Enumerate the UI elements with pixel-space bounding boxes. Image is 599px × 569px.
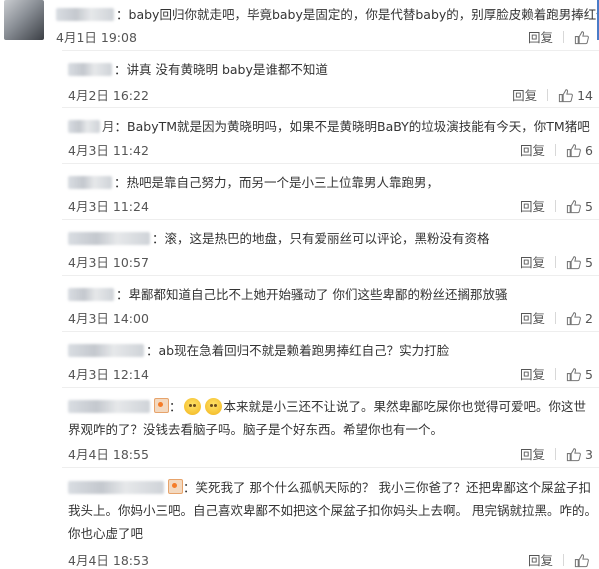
thumbs-up-icon — [566, 368, 581, 382]
comment-text: ab现在急着回归不就是赖着跑男捧红自己？实力打脸 — [158, 343, 450, 358]
divider — [62, 50, 599, 51]
like-count: 5 — [585, 255, 593, 270]
like-count: 2 — [585, 311, 593, 326]
like-button[interactable] — [574, 553, 593, 568]
comment-date: 4月3日 11:24 — [68, 199, 149, 214]
separator: ： — [169, 399, 182, 414]
separator — [555, 200, 557, 212]
reply-button[interactable]: 回复 — [520, 199, 545, 214]
like-button[interactable]: 2 — [566, 311, 593, 326]
separator — [555, 144, 557, 156]
comment-text: BabyTM就是因为黄晓明吗，如果不是黄晓明BaBY的垃圾演技能有今天，你TM猪… — [127, 119, 590, 134]
comment-date: 4月1日 19:08 — [56, 30, 137, 45]
separator — [563, 554, 564, 566]
thumbs-up-icon — [566, 144, 581, 158]
comment-text: 卑鄙都知道自己比不上她开始骚动了 你们这些卑鄙的粉丝还搁那放骚 — [128, 287, 508, 302]
separator — [555, 312, 557, 324]
separator — [555, 448, 557, 460]
separator: ： — [114, 119, 128, 134]
separator — [547, 89, 549, 101]
divider — [62, 387, 599, 388]
separator — [563, 31, 564, 43]
like-count: 6 — [585, 143, 593, 158]
commenter-name[interactable] — [68, 176, 112, 189]
divider — [62, 219, 599, 220]
like-count: 5 — [585, 199, 593, 214]
like-count: 3 — [585, 447, 593, 462]
thumbs-up-icon — [566, 200, 581, 214]
separator — [555, 368, 557, 380]
reply-button[interactable]: 回复 — [520, 447, 545, 462]
thumbs-up-icon — [566, 448, 581, 462]
thumbs-up-icon — [566, 256, 581, 270]
like-button[interactable]: 3 — [566, 447, 593, 462]
thumbs-up-icon — [558, 89, 573, 103]
like-button[interactable] — [574, 30, 593, 45]
like-button[interactable]: 5 — [566, 199, 593, 214]
thumbs-up-icon — [574, 31, 589, 45]
reply-button[interactable]: 回复 — [520, 367, 545, 382]
reply-button[interactable]: 回复 — [520, 311, 545, 326]
vip-badge-icon — [168, 479, 183, 494]
commenter-name[interactable] — [68, 120, 100, 133]
separator: ： — [116, 7, 129, 22]
like-button[interactable]: 5 — [566, 367, 593, 382]
comment-text: 热吧是靠自己努力，而另一个是小三上位靠男人靠跑男， — [126, 175, 440, 190]
separator: ： — [183, 480, 196, 495]
vip-badge-icon — [154, 398, 169, 413]
commenter-name[interactable] — [68, 232, 150, 245]
divider — [62, 275, 599, 276]
separator: ： — [114, 175, 127, 190]
thumbs-up-icon — [574, 554, 589, 568]
divider — [62, 331, 599, 332]
like-button[interactable]: 14 — [558, 88, 593, 103]
commenter-name[interactable] — [68, 344, 144, 357]
like-count: 14 — [577, 88, 593, 103]
emoji-face-icon — [204, 398, 222, 415]
like-count: 5 — [585, 367, 593, 382]
comment-date: 4月3日 10:57 — [68, 255, 149, 270]
thumbs-up-icon — [566, 312, 581, 326]
separator: ： — [146, 343, 159, 358]
commenter-name-suffix: 月 — [102, 119, 115, 134]
like-button[interactable]: 5 — [566, 255, 593, 270]
separator: ： — [152, 231, 165, 246]
divider — [62, 467, 599, 468]
commenter-name[interactable] — [68, 400, 150, 413]
comment-text: 滚，这是热巴的地盘，只有爱丽丝可以评论，黑粉没有资格 — [164, 231, 490, 246]
comment-date: 4月4日 18:55 — [68, 447, 149, 462]
separator — [555, 256, 557, 268]
reply-button[interactable]: 回复 — [512, 88, 537, 103]
avatar[interactable] — [4, 0, 44, 40]
comment-date: 4月3日 14:00 — [68, 311, 149, 326]
reply-button[interactable]: 回复 — [528, 553, 553, 568]
separator: ： — [116, 287, 129, 302]
comment-date: 4月3日 12:14 — [68, 367, 149, 382]
comment-text: 讲真 没有黄晓明 baby是谁都不知道 — [126, 62, 328, 77]
commenter-name[interactable] — [68, 63, 112, 76]
emoji-face-icon — [183, 398, 201, 415]
comment-date: 4月2日 16:22 — [68, 88, 149, 103]
like-button[interactable]: 6 — [566, 143, 593, 158]
commenter-name[interactable] — [68, 481, 164, 494]
divider — [62, 107, 599, 108]
reply-button[interactable]: 回复 — [520, 255, 545, 270]
commenter-name[interactable] — [68, 288, 114, 301]
comment-text: baby回归你就走吧，毕竟baby是固定的，你是代替baby的，别厚脸皮赖着跑男… — [128, 7, 599, 22]
comment-date: 4月4日 18:53 — [68, 553, 149, 568]
divider — [62, 163, 599, 164]
reply-button[interactable]: 回复 — [520, 143, 545, 158]
commenter-name[interactable] — [56, 8, 114, 21]
reply-button[interactable]: 回复 — [528, 30, 553, 45]
comment-date: 4月3日 11:42 — [68, 143, 149, 158]
separator: ： — [114, 62, 127, 77]
